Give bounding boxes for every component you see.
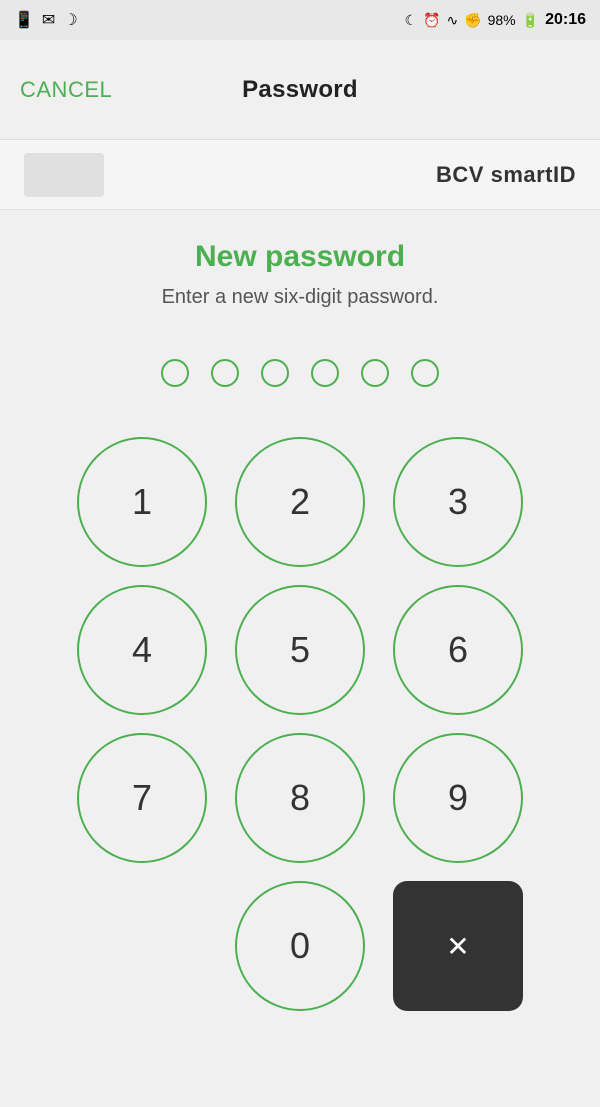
keypad-row-2: 4 5 6 <box>77 585 523 715</box>
status-bar-right: ☾ ⏰ ∿ ✊ 98% 🔋 20:16 <box>404 11 586 29</box>
key-8[interactable]: 8 <box>235 733 365 863</box>
new-password-subtitle: Enter a new six-digit password. <box>162 286 439 309</box>
status-bar: 📱 ✉ ☽ ☾ ⏰ ∿ ✊ 98% 🔋 20:16 <box>0 0 600 40</box>
signal-icon: ✊ <box>464 12 481 29</box>
key-7[interactable]: 7 <box>77 733 207 863</box>
whatsapp-icon: 📱 <box>14 10 34 30</box>
delete-button[interactable]: ✕ <box>393 881 523 1011</box>
alarm-icon: ⏰ <box>423 12 440 29</box>
page-title: Password <box>242 76 358 104</box>
pin-dot-6 <box>411 359 439 387</box>
main-content: New password Enter a new six-digit passw… <box>0 210 600 1031</box>
pin-dot-1 <box>161 359 189 387</box>
keypad-row-4: 0 ✕ <box>77 881 523 1011</box>
keypad-empty-space <box>77 881 207 1011</box>
app-name: BCV smartID <box>436 162 576 188</box>
pin-dot-3 <box>261 359 289 387</box>
gmail-icon: ✉ <box>42 10 55 30</box>
pin-dot-5 <box>361 359 389 387</box>
wifi-icon: ∿ <box>446 12 458 29</box>
pin-dot-2 <box>211 359 239 387</box>
key-0[interactable]: 0 <box>235 881 365 1011</box>
moon-icon-2: ☾ <box>404 12 417 29</box>
pin-dots-row <box>161 359 439 387</box>
key-9[interactable]: 9 <box>393 733 523 863</box>
key-6[interactable]: 6 <box>393 585 523 715</box>
key-2[interactable]: 2 <box>235 437 365 567</box>
new-password-heading: New password <box>195 240 405 274</box>
moon-icon: ☽ <box>63 10 77 30</box>
key-4[interactable]: 4 <box>77 585 207 715</box>
key-1[interactable]: 1 <box>77 437 207 567</box>
key-3[interactable]: 3 <box>393 437 523 567</box>
keypad-row-3: 7 8 9 <box>77 733 523 863</box>
logo-row: BCV smartID <box>0 140 600 210</box>
nav-bar: CANCEL Password <box>0 40 600 140</box>
keypad: 1 2 3 4 5 6 7 8 9 0 ✕ <box>40 437 560 1011</box>
time-display: 20:16 <box>545 11 586 29</box>
pin-dot-4 <box>311 359 339 387</box>
battery-icon: 🔋 <box>522 12 539 29</box>
status-bar-left: 📱 ✉ ☽ <box>14 10 78 30</box>
delete-icon: ✕ <box>446 930 469 963</box>
cancel-button[interactable]: CANCEL <box>20 77 112 103</box>
battery-percent: 98% <box>488 12 516 28</box>
key-5[interactable]: 5 <box>235 585 365 715</box>
keypad-row-1: 1 2 3 <box>77 437 523 567</box>
logo-image <box>24 153 104 197</box>
